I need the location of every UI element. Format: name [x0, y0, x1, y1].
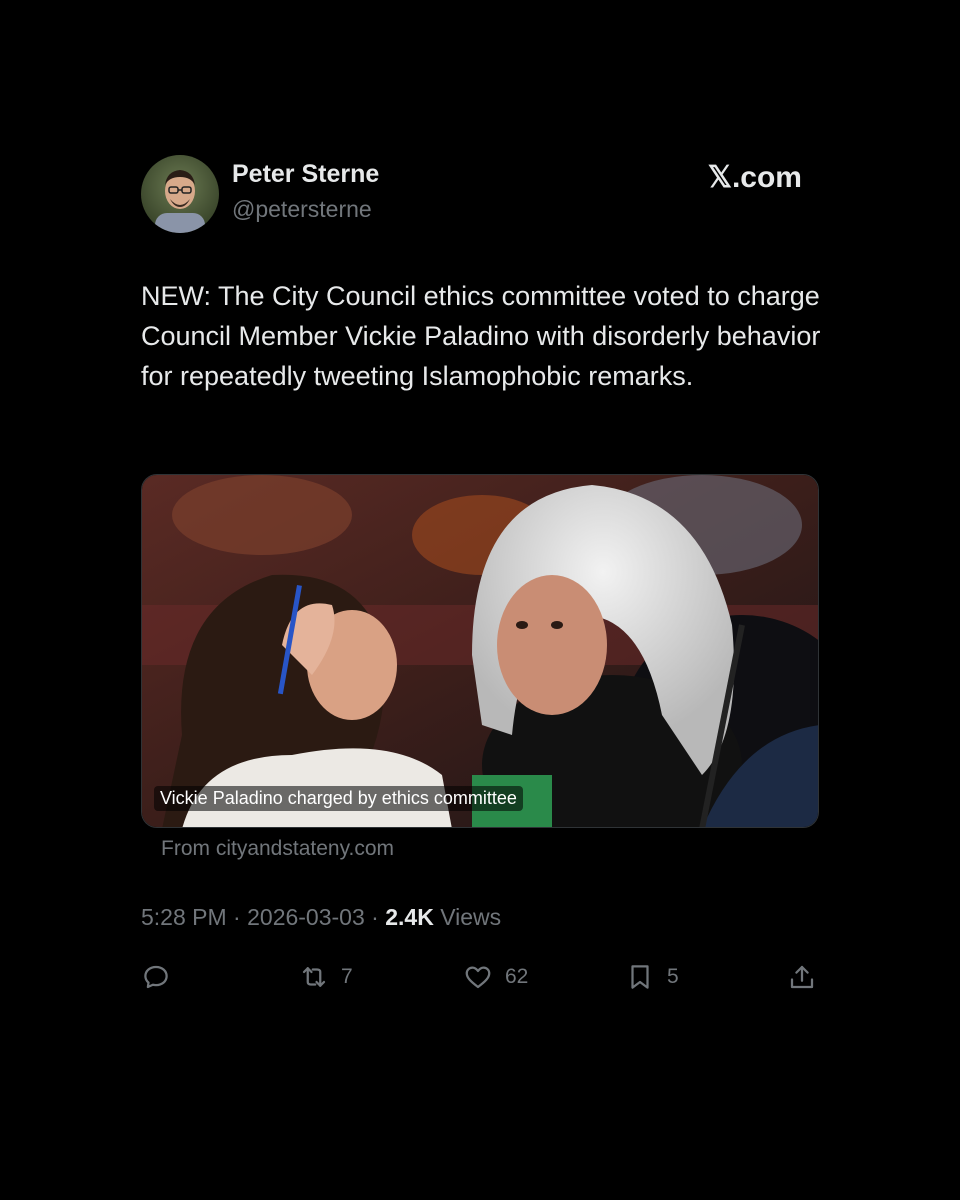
bookmark-icon — [631, 965, 649, 989]
share-button[interactable] — [787, 955, 829, 999]
like-button[interactable]: 62 — [463, 955, 528, 999]
avatar[interactable] — [141, 155, 219, 233]
tweet-date[interactable]: 2026-03-03 — [247, 904, 365, 930]
repost-count: 7 — [341, 965, 353, 988]
views-label: Views — [440, 904, 502, 930]
x-logo: 𝕏.com — [707, 161, 802, 194]
author-handle[interactable]: @petersterne — [232, 196, 372, 223]
media-card[interactable]: Vickie Paladino charged by ethics commit… — [141, 474, 819, 828]
bookmark-button[interactable]: 5 — [625, 955, 679, 999]
views-count: 2.4K — [385, 904, 434, 930]
repost-button[interactable]: 7 — [299, 955, 353, 999]
repost-icon — [302, 967, 326, 987]
like-count: 62 — [505, 965, 529, 988]
link-source[interactable]: From cityandstateny.com — [161, 837, 394, 861]
tweet-time[interactable]: 5:28 PM — [141, 904, 227, 930]
meta-separator: · — [233, 904, 241, 930]
share-icon — [790, 965, 814, 989]
meta-separator: · — [371, 904, 379, 930]
media-photo — [142, 475, 818, 827]
tweet-text: NEW: The City Council ethics committee v… — [141, 281, 821, 391]
action-bar: 7 62 5 — [141, 955, 819, 999]
tweet-meta: 5:28 PM · 2026-03-03 · 2.4K Views — [141, 904, 501, 931]
author-name[interactable]: Peter Sterne — [232, 160, 379, 189]
media-caption: Vickie Paladino charged by ethics commit… — [154, 786, 523, 811]
heart-icon — [465, 966, 491, 989]
bookmark-count: 5 — [667, 965, 679, 988]
reply-button[interactable] — [141, 955, 183, 999]
reply-icon — [144, 965, 168, 989]
